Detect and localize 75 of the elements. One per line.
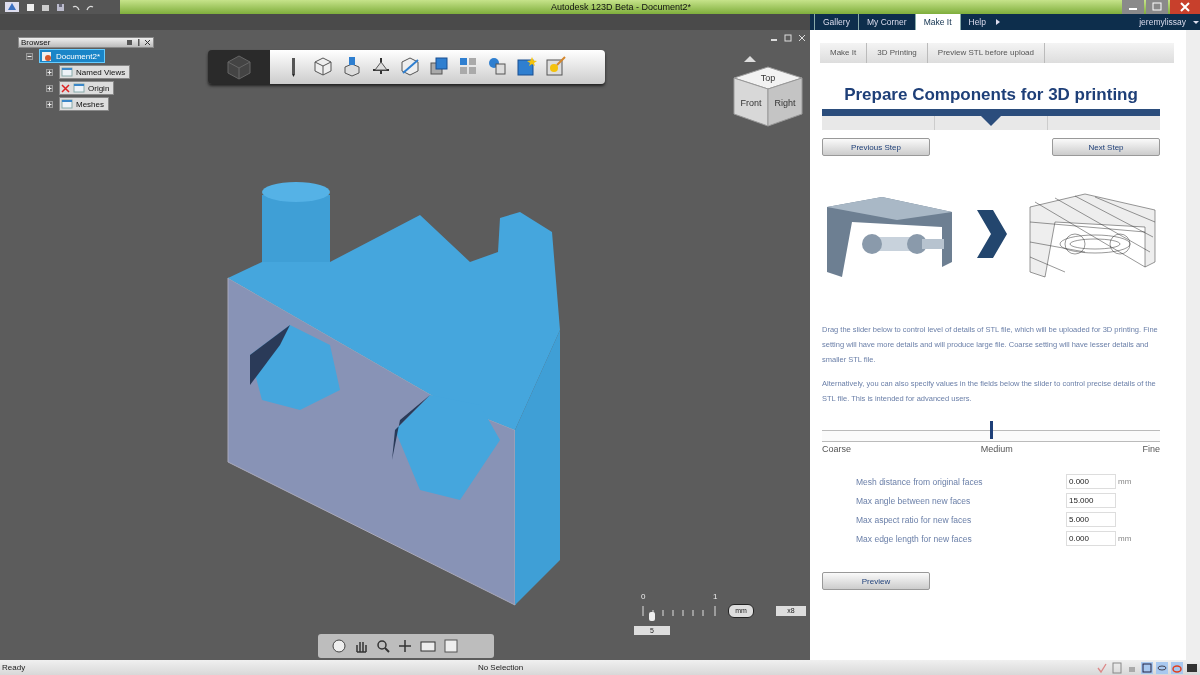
check-icon[interactable]	[1096, 661, 1108, 674]
status-text: Ready	[2, 663, 26, 672]
collapse-icon[interactable]	[26, 52, 33, 60]
hidden-x-icon	[61, 83, 70, 93]
display-icon[interactable]	[444, 639, 458, 653]
eye-icon[interactable]	[1156, 661, 1168, 674]
browser-title: Browser	[21, 38, 52, 47]
save-icon[interactable]	[56, 2, 65, 12]
unit-label: mm	[1118, 534, 1133, 543]
input-field[interactable]: 5.000	[1066, 512, 1116, 527]
tree-item[interactable]: Meshes	[59, 97, 109, 111]
field-label: Max aspect ratio for new faces	[856, 514, 973, 525]
folder-icon	[61, 67, 73, 77]
page-heading: Prepare Components for 3D printing	[843, 85, 1139, 105]
scale-label: 0	[641, 592, 646, 601]
field-label: Max angle between new faces	[856, 495, 972, 506]
unit-label: mm	[1118, 477, 1133, 486]
close-icon[interactable]	[1170, 0, 1200, 14]
dropdown-icon[interactable]	[1192, 18, 1200, 26]
breadcrumb-item[interactable]: Make It	[820, 43, 868, 63]
more-tabs-icon[interactable]	[994, 17, 1002, 27]
open-icon[interactable]	[41, 2, 50, 12]
expand-icon[interactable]	[46, 100, 53, 108]
pin-icon[interactable]	[135, 39, 142, 46]
input-field[interactable]: 15.000	[1066, 493, 1116, 508]
step-button[interactable]: Previous Step	[822, 138, 930, 156]
star-cube-icon[interactable]	[516, 56, 538, 78]
folder-icon	[61, 99, 73, 109]
field-label: Mesh distance from original faces	[856, 476, 984, 487]
slider-label: Fine	[1142, 444, 1160, 454]
cut-icon[interactable]	[400, 56, 422, 78]
camera-icon[interactable]	[420, 639, 436, 653]
new-file-icon[interactable]	[26, 2, 35, 12]
slider-label: Coarse	[822, 444, 851, 454]
options-icon[interactable]	[126, 39, 133, 46]
detail-slider[interactable]	[822, 421, 1160, 442]
breadcrumb-item[interactable]: Preview STL before upload	[927, 43, 1045, 63]
tab[interactable]: My Corner	[857, 14, 915, 30]
tree-item[interactable]: Origin	[59, 81, 115, 95]
input-field[interactable]: 0.000	[1066, 531, 1116, 546]
close-icon[interactable]	[144, 39, 151, 46]
layout-icon[interactable]	[1141, 661, 1153, 674]
combine-icon[interactable]	[429, 56, 451, 78]
bracket-model-drawing[interactable]	[227, 182, 560, 606]
user-name[interactable]: jeremylissay	[1139, 17, 1192, 27]
expand-icon[interactable]	[46, 68, 53, 76]
shapes-icon[interactable]	[487, 56, 509, 78]
look-icon[interactable]	[398, 639, 412, 653]
tab[interactable]: Make It	[914, 14, 960, 30]
minimize-icon[interactable]	[1122, 0, 1144, 14]
step-button[interactable]: Next Step	[1052, 138, 1160, 156]
shape-icon[interactable]	[1171, 661, 1183, 674]
window-title: Autodesk 123D Beta - Document2*	[549, 2, 693, 12]
tab[interactable]: Gallery	[814, 14, 858, 30]
input-field[interactable]: 0.000	[1066, 474, 1116, 489]
preview-button[interactable]: Preview	[822, 572, 930, 590]
zoom-icon[interactable]	[376, 639, 390, 653]
folder-icon	[73, 83, 85, 93]
slider-thumb[interactable]	[990, 421, 993, 439]
view-cube[interactable]: Top Front Right	[730, 54, 806, 134]
scale-label: 1	[713, 592, 718, 601]
expand-icon[interactable]	[46, 84, 53, 92]
box-icon[interactable]	[313, 56, 335, 78]
breadcrumb-item[interactable]: 3D Printing	[867, 43, 928, 63]
app-menu-icon[interactable]	[4, 1, 20, 13]
slider-label: Medium	[980, 444, 1013, 454]
pan-icon[interactable]	[354, 639, 368, 653]
orbit-icon[interactable]	[332, 639, 346, 653]
tree-item[interactable]: Named Views	[59, 65, 131, 79]
document-icon	[41, 50, 53, 62]
restore-icon[interactable]	[784, 34, 792, 42]
field-label: Max edge length for new faces	[856, 533, 973, 544]
selection-status: No Selection	[477, 663, 524, 672]
tree-item[interactable]: Document2*	[39, 49, 106, 63]
tab[interactable]: Help	[959, 14, 994, 30]
